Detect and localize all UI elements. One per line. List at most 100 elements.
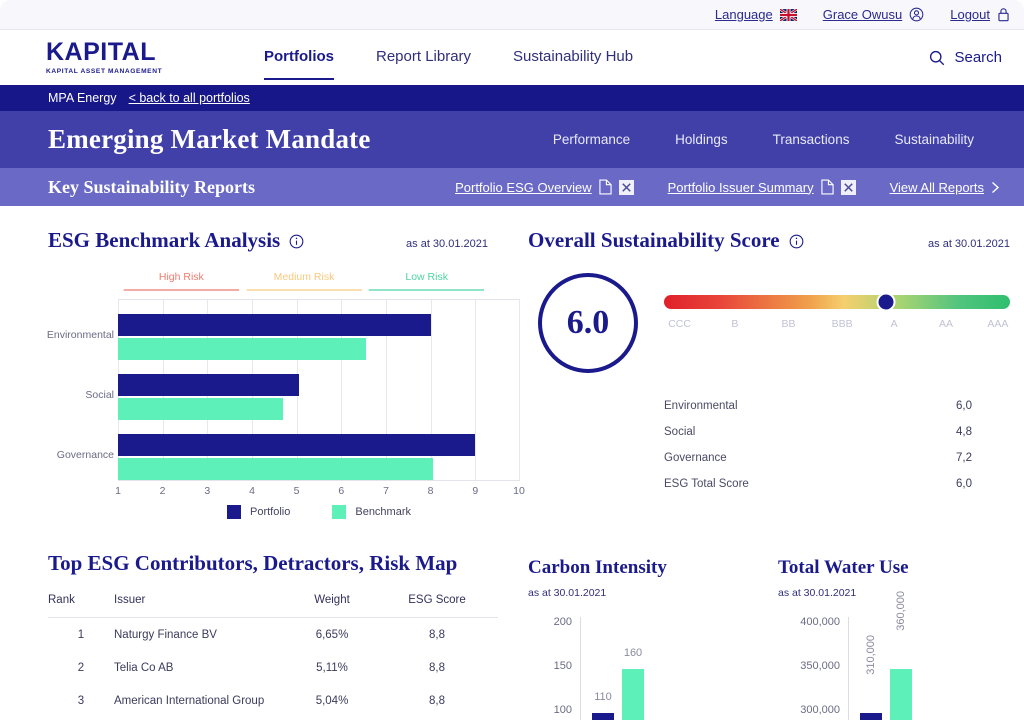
report-label[interactable]: Portfolio Issuer Summary	[668, 180, 814, 195]
user-menu[interactable]: Grace Owusu	[823, 7, 924, 22]
bar-benchmark-governance	[118, 458, 433, 480]
esg-x-axis: 1 2 3 4 5 6 7 8 9 10	[115, 485, 525, 501]
total-water-use-chart: Total Water Use as at 30.01.2021 400,000…	[778, 557, 1010, 720]
language-selector[interactable]: Language	[715, 7, 797, 22]
bar-portfolio-water	[860, 713, 882, 720]
x-tick: 3	[204, 485, 211, 497]
right-column: Overall Sustainability Score as at 30.01…	[512, 206, 1024, 720]
report-portfolio-issuer-summary: Portfolio Issuer Summary	[668, 179, 856, 195]
x-tick: 1	[115, 485, 121, 497]
esg-benchmark-chart: Environmental Social Governance 1 2 3 4 …	[47, 299, 525, 519]
tab-sustainability[interactable]: Sustainability	[894, 132, 974, 147]
report-label[interactable]: Portfolio ESG Overview	[455, 180, 592, 195]
table-row[interactable]: 1 Naturgy Finance BV 6,65% 8,8	[48, 618, 498, 651]
bar-value-label: 110	[594, 691, 612, 703]
metric-row-social: Social 4,8	[664, 419, 972, 445]
cell-esg-score: 8,8	[429, 695, 445, 707]
search-button[interactable]: Search	[929, 49, 1002, 66]
tab-performance[interactable]: Performance	[553, 132, 630, 147]
cell-weight: 5,04%	[315, 695, 349, 707]
metric-value: 6,0	[956, 478, 972, 490]
rating-gauge-container: CCC B BB BBB A AA AAA	[664, 273, 1010, 373]
mini-charts-row: Carbon Intensity as at 30.01.2021 200 15…	[528, 557, 1010, 720]
logo-wordmark: KAPITAL	[46, 38, 156, 66]
excel-icon[interactable]	[618, 179, 634, 195]
excel-icon[interactable]	[840, 179, 856, 195]
bar-benchmark-environmental	[118, 338, 366, 360]
y-tick: 150	[553, 660, 572, 672]
metric-label: Governance	[664, 452, 727, 464]
legend-portfolio: Portfolio	[227, 505, 290, 519]
score-panel: 6.0 CCC B BB BBB A AA AAA	[528, 273, 1010, 373]
x-tick: 10	[513, 485, 525, 497]
risk-band-high: High Risk	[120, 271, 243, 295]
bar-portfolio-social	[118, 374, 299, 396]
nav-links: Portfolios Report Library Sustainability…	[264, 48, 633, 80]
risk-band-medium: Medium Risk	[243, 271, 366, 295]
document-icon[interactable]	[599, 179, 612, 195]
app-window: Language Grace Owusu Logout KAPITAL KAPI…	[0, 0, 1024, 720]
bar-value-label: 160	[623, 647, 643, 659]
metric-row-governance: Governance 7,2	[664, 445, 972, 471]
nav-item-sustainability-hub[interactable]: Sustainability Hub	[513, 48, 633, 68]
cell-weight: 6,65%	[315, 629, 349, 641]
x-tick: 2	[159, 485, 166, 497]
brand-logo[interactable]: KAPITAL KAPITAL ASSET MANAGEMENT	[46, 38, 196, 76]
search-label: Search	[954, 49, 1002, 66]
column-header-esg-score: ESG Score	[408, 594, 466, 606]
nav-item-portfolios[interactable]: Portfolios	[264, 48, 334, 80]
logout-button[interactable]: Logout	[950, 7, 1010, 22]
x-tick: 8	[427, 485, 434, 497]
cell-issuer: Naturgy Finance BV	[114, 629, 217, 641]
document-icon[interactable]	[820, 179, 834, 195]
esg-benchmark-title: ESG Benchmark Analysis	[48, 228, 281, 252]
lock-icon	[997, 7, 1010, 22]
rating-gauge[interactable]	[664, 292, 1010, 312]
bar-portfolio-environmental	[118, 314, 431, 336]
column-header-issuer: Issuer	[114, 594, 146, 606]
rating-tick-bb: BB	[781, 318, 796, 330]
esg-category-social: Social	[85, 389, 114, 401]
bar-benchmark-social	[118, 398, 284, 420]
cell-rank: 3	[77, 695, 85, 707]
risk-band-label: Low Risk	[405, 271, 448, 283]
metric-value: 7,2	[956, 452, 972, 464]
utility-bar: Language Grace Owusu Logout	[0, 0, 1024, 30]
info-icon[interactable]	[789, 234, 804, 254]
back-to-portfolios-link[interactable]: < back to all portfolios	[129, 91, 250, 105]
report-links: Portfolio ESG Overview Portfolio Issuer …	[455, 179, 1014, 195]
main-navigation: KAPITAL KAPITAL ASSET MANAGEMENT Portfol…	[0, 30, 1024, 85]
dashboard-content: ESG Benchmark Analysis as at 30.01.2021 …	[0, 206, 1024, 720]
user-name-label: Grace Owusu	[822, 7, 903, 22]
esg-category-governance: Governance	[56, 449, 114, 461]
score-metrics-list: Environmental 6,0 Social 4,8 Governance …	[664, 393, 972, 497]
key-sustainability-reports-bar: Key Sustainability Reports Portfolio ESG…	[0, 168, 1024, 206]
carbon-intensity-chart: Carbon Intensity as at 30.01.2021 200 15…	[528, 557, 760, 720]
x-tick: 7	[383, 485, 389, 497]
cell-issuer: American International Group	[114, 695, 265, 707]
y-tick: 100	[553, 704, 572, 716]
legend-benchmark: Benchmark	[332, 505, 411, 519]
info-icon[interactable]	[289, 234, 304, 254]
legend-swatch	[332, 505, 347, 519]
overall-score-badge: 6.0	[538, 273, 638, 373]
reports-bar-title: Key Sustainability Reports	[48, 176, 256, 197]
rating-gauge-thumb[interactable]	[876, 292, 896, 312]
view-all-reports-link[interactable]: View All Reports	[890, 180, 1000, 195]
logout-label: Logout	[950, 7, 990, 22]
sustainability-score-header: Overall Sustainability Score as at 30.01…	[528, 228, 1010, 253]
esg-plot-area	[118, 299, 520, 481]
nav-item-report-library[interactable]: Report Library	[376, 48, 471, 68]
table-row[interactable]: 3 American International Group 5,04% 8,8	[48, 684, 498, 717]
overall-score-value: 6.0	[566, 304, 610, 341]
tab-transactions[interactable]: Transactions	[773, 132, 850, 147]
sustainability-score-title: Overall Sustainability Score	[528, 228, 780, 252]
total-water-use-title: Total Water Use	[778, 557, 909, 578]
sustainability-score-as-at: as at 30.01.2021	[928, 238, 1010, 250]
tab-holdings[interactable]: Holdings	[675, 132, 728, 147]
bar-portfolio-governance	[118, 434, 476, 456]
table-row[interactable]: 2 Telia Co AB 5,11% 8,8	[48, 651, 498, 684]
y-tick: 300,000	[800, 704, 840, 716]
rating-tick-bbb: BBB	[831, 318, 853, 330]
x-tick: 4	[249, 485, 255, 497]
